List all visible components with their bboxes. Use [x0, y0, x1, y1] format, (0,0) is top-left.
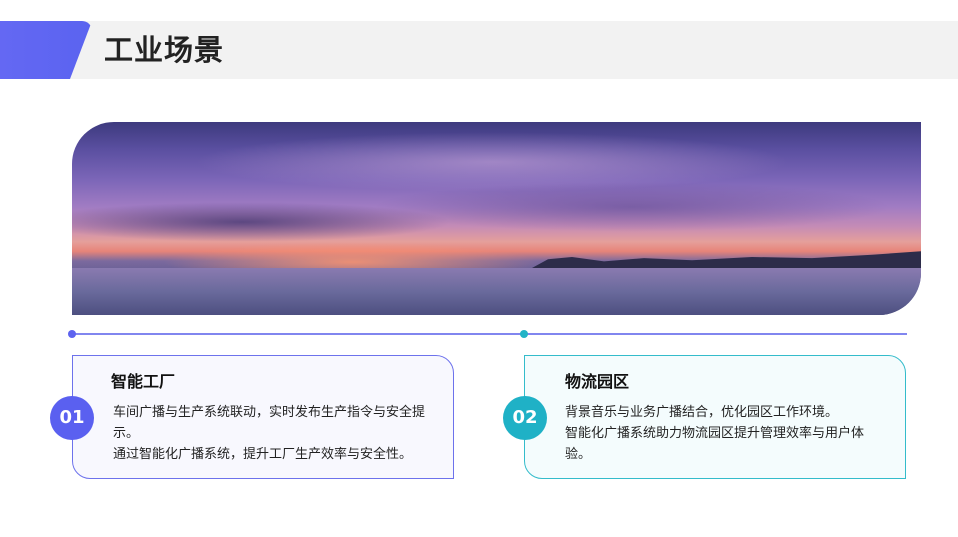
timeline-line: [72, 333, 907, 335]
scenario-card-logistics-park: 物流园区 背景音乐与业务广播结合，优化园区工作环境。 智能化广播系统助力物流园区…: [524, 355, 906, 479]
card-number-badge: 02: [503, 396, 547, 440]
hero-landmass: [532, 250, 921, 268]
hero-sunset-image: [72, 122, 921, 315]
timeline-dot-2: [520, 330, 528, 338]
card-line: 车间广播与生产系统联动，实时发布生产指令与安全提示。: [113, 405, 426, 441]
page-title: 工业场景: [104, 33, 225, 67]
card-body: 背景音乐与业务广播结合，优化园区工作环境。 智能化广播系统助力物流园区提升管理效…: [565, 402, 883, 465]
card-line: 智能化广播系统助力物流园区提升管理效率与用户体验。: [565, 426, 865, 462]
hero-cloud: [72, 202, 452, 242]
hero-water: [72, 268, 921, 315]
scenario-card-smart-factory: 智能工厂 车间广播与生产系统联动，实时发布生产指令与安全提示。 通过智能化广播系…: [72, 355, 454, 479]
card-title: 智能工厂: [111, 372, 176, 391]
timeline-dot-1: [68, 330, 76, 338]
card-body: 车间广播与生产系统联动，实时发布生产指令与安全提示。 通过智能化广播系统，提升工…: [113, 402, 449, 465]
card-number-badge: 01: [50, 396, 94, 440]
card-line: 背景音乐与业务广播结合，优化园区工作环境。: [565, 405, 839, 420]
card-title: 物流园区: [565, 372, 630, 391]
card-line: 通过智能化广播系统，提升工厂生产效率与安全性。: [113, 447, 413, 462]
